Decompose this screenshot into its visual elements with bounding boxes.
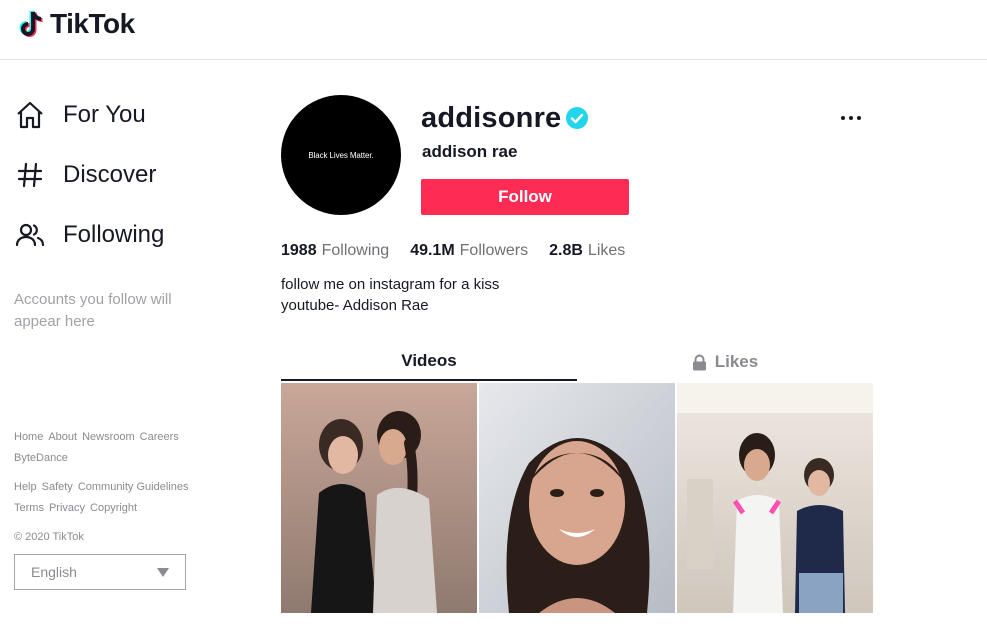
lock-icon: [692, 354, 706, 370]
hashtag-icon: [14, 159, 46, 191]
sidebar: For You Discover Following Accounts you …: [0, 61, 260, 638]
copyright-text: © 2020 TikTok: [14, 531, 84, 543]
footer-link-bytedance[interactable]: ByteDance: [14, 448, 68, 469]
avatar-text: Black Lives Matter.: [308, 150, 374, 160]
footer-link-careers[interactable]: Careers: [140, 427, 179, 448]
video-thumbnail-2[interactable]: [479, 383, 675, 613]
tab-likes[interactable]: Likes: [577, 343, 873, 381]
footer-link-safety[interactable]: Safety: [42, 477, 73, 498]
video-thumbnail-1[interactable]: [281, 383, 477, 613]
profile-display-name: addison rae: [422, 142, 518, 161]
bio-line: follow me on instagram for a kiss: [281, 276, 500, 293]
verified-badge-icon: [566, 107, 589, 129]
bio-line: youtube- Addison Rae: [281, 297, 429, 314]
footer-link-copyright[interactable]: Copyright: [90, 498, 137, 519]
video-grid: [281, 383, 873, 613]
nav-for-you-label: For You: [63, 101, 146, 128]
dot: [849, 116, 853, 120]
more-dots-icon[interactable]: [836, 108, 866, 128]
footer-link-privacy[interactable]: Privacy: [49, 498, 85, 519]
stat-likes-label: Likes: [587, 242, 626, 259]
stat-followers-count: 49.1M: [410, 242, 455, 259]
top-header: TikTok: [0, 0, 987, 60]
caret-down-icon: [157, 568, 169, 577]
language-select[interactable]: English: [14, 554, 186, 590]
stat-likes-count: 2.8B: [549, 242, 583, 259]
accounts-hint: Accounts you follow will appear here: [14, 291, 172, 330]
profile-stats: 1988 Following 49.1M Followers 2.8B Like…: [281, 241, 646, 261]
nav-following-label: Following: [63, 221, 165, 248]
tab-videos-label: Videos: [401, 351, 457, 370]
stat-likes: 2.8B Likes: [549, 241, 625, 261]
nav-discover[interactable]: Discover: [14, 155, 156, 195]
nav-for-you[interactable]: For You: [14, 95, 146, 135]
follow-button[interactable]: Follow: [421, 179, 629, 215]
stat-following-count: 1988: [281, 242, 317, 259]
nav-discover-label: Discover: [63, 161, 157, 188]
footer-link-home[interactable]: Home: [14, 427, 43, 448]
footer-link-terms[interactable]: Terms: [14, 498, 44, 519]
tab-likes-label: Likes: [714, 352, 759, 371]
tiktok-logo[interactable]: TikTok: [18, 6, 135, 42]
stat-followers-label: Followers: [459, 242, 529, 259]
profile-avatar[interactable]: Black Lives Matter.: [281, 95, 401, 215]
profile-tabs: Videos Likes: [281, 343, 873, 381]
nav-following[interactable]: Following: [14, 215, 164, 255]
tiktok-note-icon: [19, 10, 43, 37]
language-selected-value: English: [31, 564, 77, 580]
footer-link-help[interactable]: Help: [14, 477, 37, 498]
users-icon: [14, 219, 46, 251]
footer-link-newsroom[interactable]: Newsroom: [82, 427, 135, 448]
tab-videos[interactable]: Videos: [281, 343, 577, 381]
dot: [841, 116, 845, 120]
stat-following[interactable]: 1988 Following: [281, 241, 389, 261]
footer-link-about[interactable]: About: [48, 427, 77, 448]
username-row: addisonre: [421, 98, 589, 138]
footer-link-community-guidelines[interactable]: Community Guidelines: [78, 477, 189, 498]
video-thumbnail-3[interactable]: [677, 383, 873, 613]
profile-username: addisonre: [421, 101, 562, 134]
home-icon: [14, 99, 46, 131]
dot: [857, 116, 861, 120]
brand-name: TikTok: [50, 8, 135, 39]
profile-bio: follow me on instagram for a kiss youtub…: [281, 274, 499, 316]
stat-followers[interactable]: 49.1M Followers: [410, 241, 528, 261]
footer-links: Home About Newsroom Careers ByteDance He…: [14, 427, 234, 548]
stat-following-label: Following: [321, 242, 390, 259]
